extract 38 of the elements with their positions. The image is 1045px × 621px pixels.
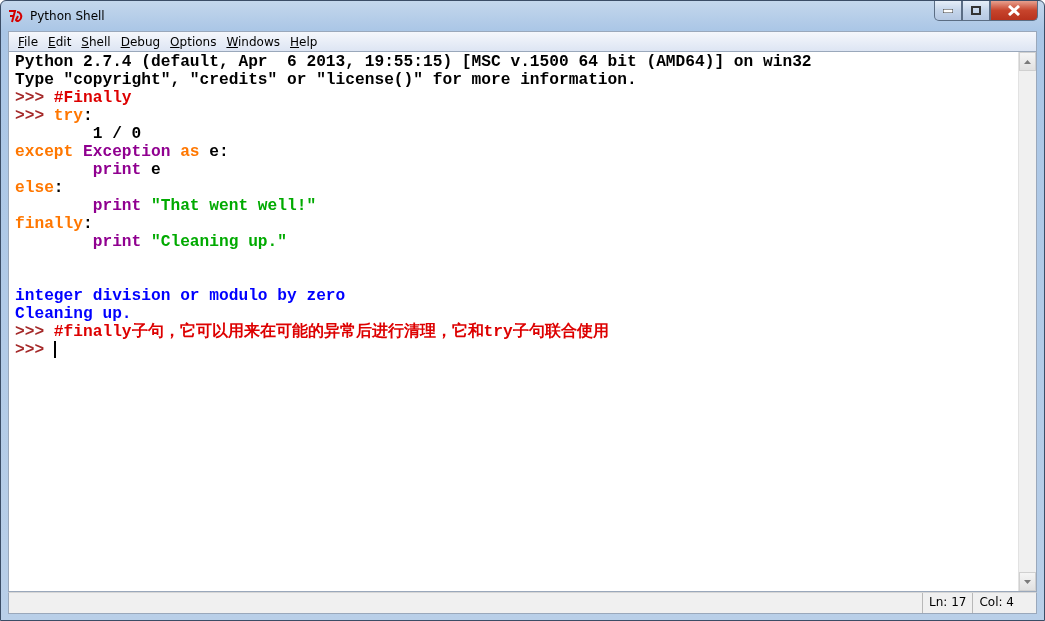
code-line: else:: [15, 179, 64, 197]
status-text: Ln: 17: [922, 593, 973, 613]
code-line: >>> try:: [15, 107, 93, 125]
text-cursor: [53, 341, 56, 358]
down-arrow-icon: [1024, 579, 1031, 584]
code-line: 1 / 0: [91, 125, 142, 143]
code-line: print "Cleaning up.": [91, 233, 287, 251]
menu-item[interactable]: Edit: [43, 34, 77, 49]
minimize-icon: [943, 8, 953, 13]
code-line: except Exception as e:: [15, 143, 229, 161]
maximize-button[interactable]: [962, 1, 990, 21]
scroll-up-button[interactable]: [1019, 52, 1036, 71]
maximize-icon: [971, 6, 981, 15]
menu-item[interactable]: Options: [165, 34, 222, 49]
code-line: Type "copyright", "credits" or "license()" for more information.: [15, 71, 637, 89]
code-line: Cleaning up.: [15, 305, 132, 323]
menu-item[interactable]: File: [13, 34, 44, 49]
vertical-scrollbar[interactable]: [1018, 52, 1036, 591]
menu-item[interactable]: Debug: [115, 34, 166, 49]
scroll-down-button[interactable]: [1019, 572, 1036, 591]
code-line: print "That went well!": [91, 197, 317, 215]
code-line: >>>: [15, 341, 56, 359]
code-line: print e: [91, 161, 161, 179]
close-button[interactable]: [990, 1, 1038, 21]
code-line: Python 2.7.4 (default, Apr 6 2013, 19:55:15) [MSC v.1500 64 bit (AMD64)] on win32: [15, 53, 812, 71]
minimize-button[interactable]: [934, 1, 962, 21]
code-line: integer division or modulo by zero: [15, 287, 346, 305]
menu-item[interactable]: Windows: [221, 34, 285, 49]
status-text: Col: 4: [972, 593, 1020, 613]
window-title: Python Shell: [30, 9, 106, 23]
close-icon: [1008, 5, 1020, 16]
code-line: >>> #finally子句，它可以用来在可能的异常后进行清理，它和try子句联合使用: [15, 323, 609, 341]
feather-icon: [8, 8, 24, 24]
code-line: finally:: [15, 215, 93, 233]
menu-item[interactable]: Help: [285, 34, 323, 49]
menu-item[interactable]: Shell: [76, 34, 116, 49]
up-arrow-icon: [1024, 59, 1031, 64]
code-line: >>> #Finally: [15, 89, 132, 107]
